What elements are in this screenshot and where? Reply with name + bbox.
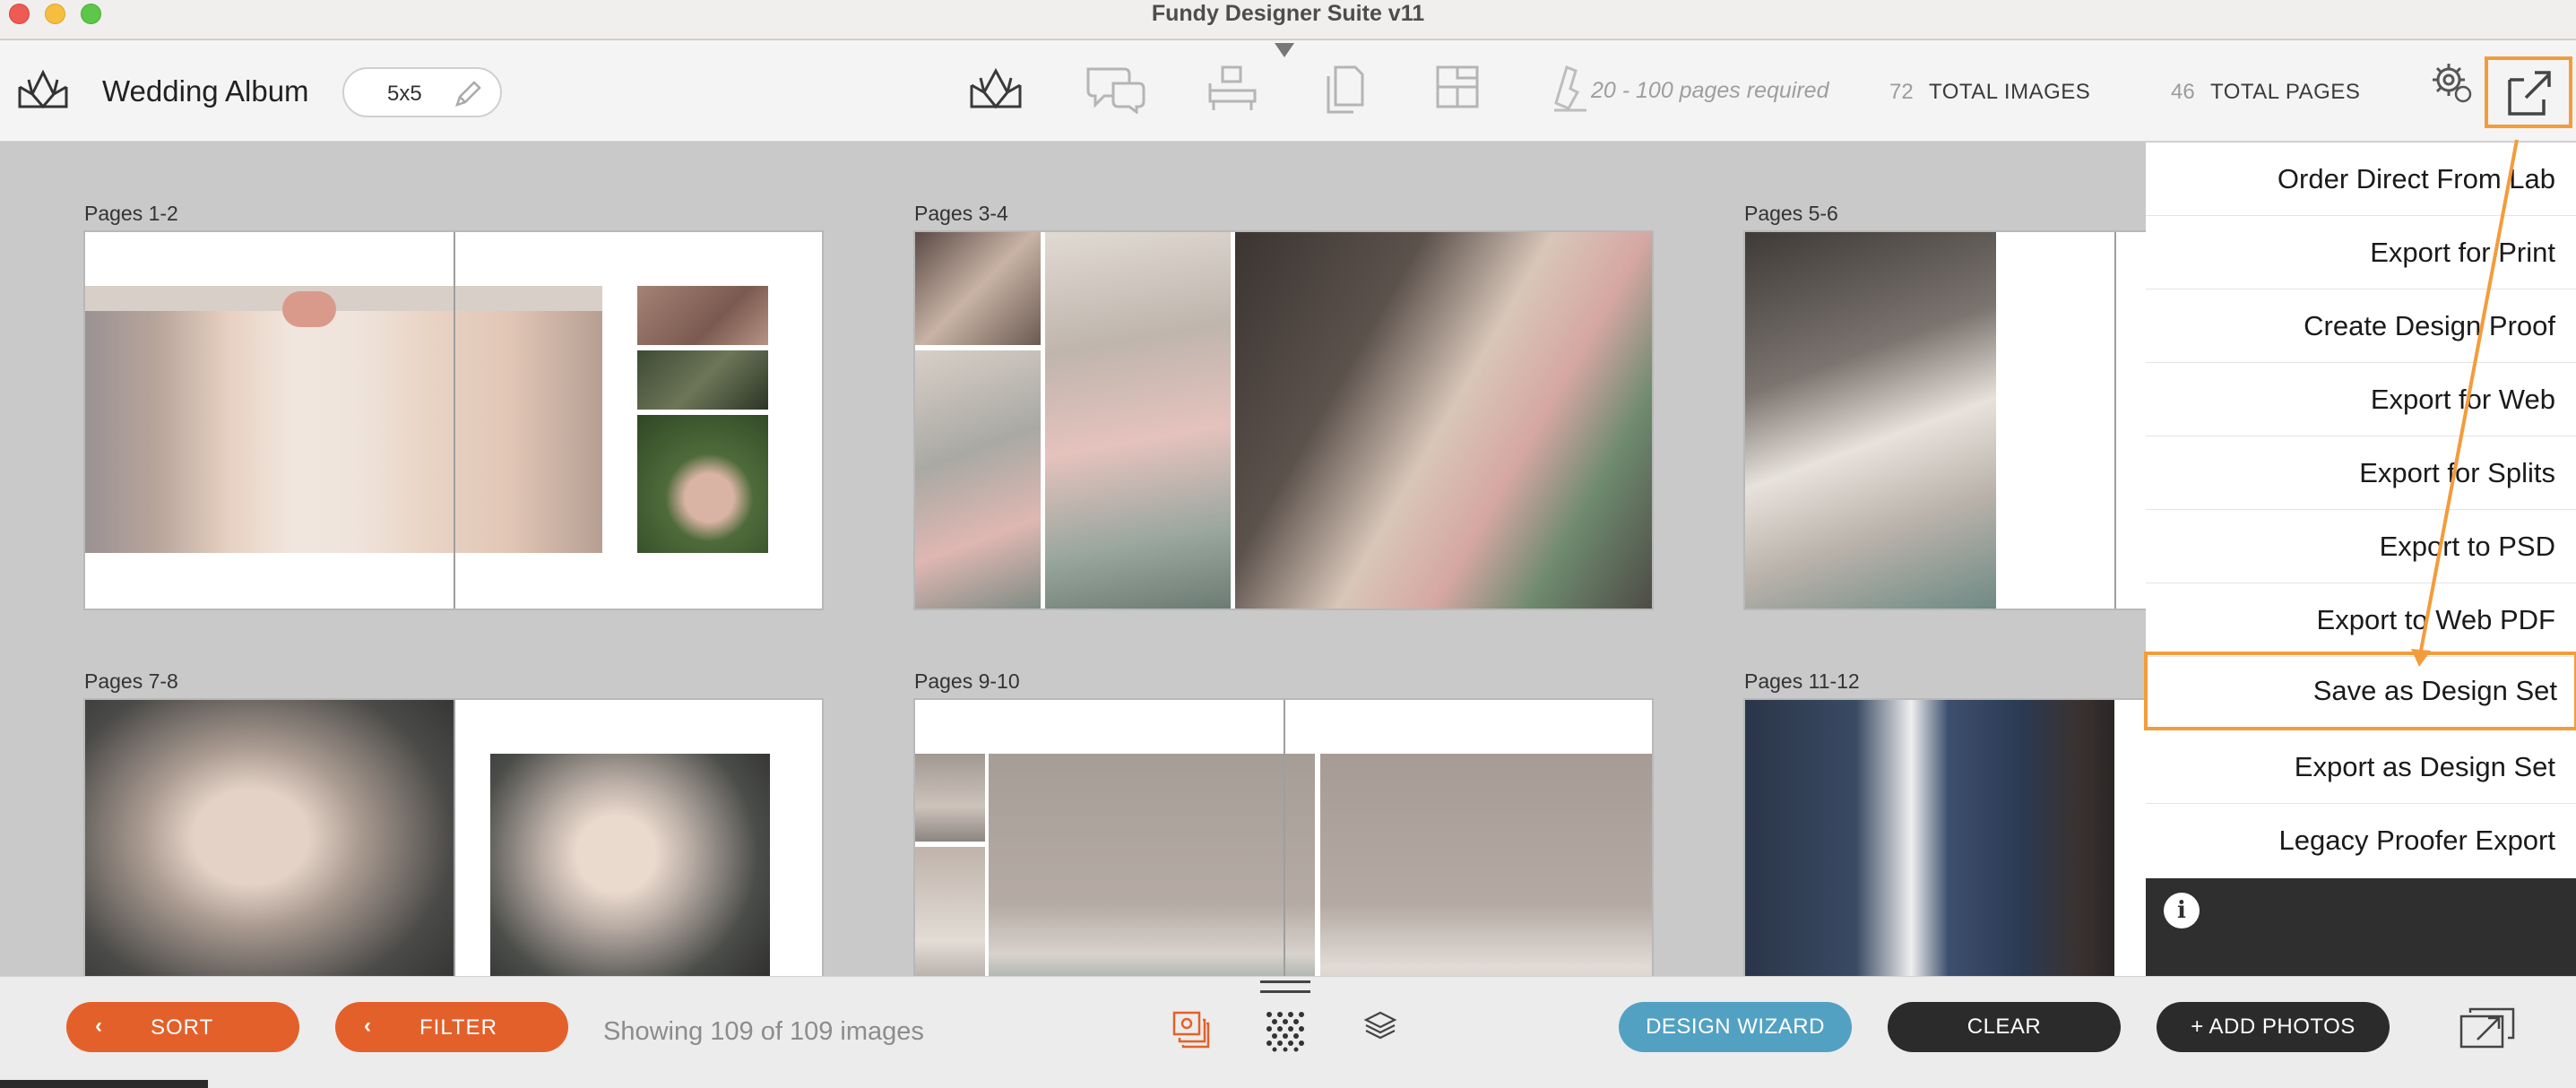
photo-first-look-thumb-1[interactable] bbox=[915, 754, 985, 842]
resize-drag-handle[interactable] bbox=[1260, 980, 1310, 993]
menu-item-export-as-design-set[interactable]: Export as Design Set bbox=[2146, 730, 2576, 804]
photo-accessories[interactable] bbox=[637, 286, 768, 345]
lab-stamp-icon[interactable] bbox=[1551, 64, 1590, 116]
proofing-chat-icon[interactable] bbox=[1083, 64, 1147, 114]
export-menu-button[interactable] bbox=[2485, 56, 2572, 128]
spread-pages-7-8[interactable] bbox=[83, 698, 824, 976]
title-bar: Fundy Designer Suite v11 bbox=[0, 0, 2576, 39]
total-images-label: TOTAL IMAGES bbox=[1929, 80, 2091, 104]
window-title: Fundy Designer Suite v11 bbox=[1151, 1, 1425, 26]
page-gutter bbox=[454, 232, 455, 609]
album-spreads-canvas: Pages 1-2 Pages 3-4 Pages 5-6 Pages 7-8 … bbox=[0, 142, 2146, 976]
settings-gear-icon[interactable] bbox=[2431, 62, 2474, 105]
spread-label: Pages 3-4 bbox=[914, 202, 1008, 225]
layers-icon[interactable] bbox=[1362, 1009, 1398, 1045]
layout-furniture-icon[interactable] bbox=[1206, 64, 1258, 114]
album-size-selector[interactable]: 5x5 bbox=[342, 67, 502, 117]
template-icon[interactable] bbox=[1434, 64, 1481, 112]
spread-pages-1-2[interactable] bbox=[83, 230, 824, 610]
spread-label: Pages 1-2 bbox=[84, 202, 178, 225]
photo-bride-portrait[interactable] bbox=[85, 700, 454, 976]
photo-reading-letter[interactable] bbox=[915, 350, 1041, 609]
album-name[interactable]: Wedding Album bbox=[102, 74, 309, 108]
spread-pages-5-6[interactable] bbox=[1743, 230, 2146, 610]
photo-bride-gown[interactable] bbox=[1745, 232, 1996, 609]
info-icon[interactable]: i bbox=[2164, 893, 2200, 928]
menu-item-save-as-design-set[interactable]: Save as Design Set bbox=[2144, 652, 2576, 730]
page-gutter bbox=[2114, 232, 2116, 609]
clear-button[interactable]: CLEAR bbox=[1888, 1002, 2121, 1052]
chevron-left-icon: ‹ bbox=[364, 1014, 372, 1038]
photo-flower-girl[interactable] bbox=[1235, 232, 1652, 609]
spread-label: Pages 11-12 bbox=[1744, 669, 1860, 693]
app-window: Fundy Designer Suite v11 Wedding Album 5… bbox=[0, 0, 2576, 1088]
photo-first-look-thumb-2[interactable] bbox=[915, 847, 985, 976]
spread-pages-9-10[interactable] bbox=[913, 698, 1654, 976]
filter-button[interactable]: ‹ FILTER bbox=[335, 1002, 568, 1052]
album-design-icon[interactable] bbox=[16, 67, 70, 112]
menu-item-order-direct-from-lab[interactable]: Order Direct From Lab bbox=[2146, 142, 2576, 216]
pattern-icon[interactable] bbox=[1264, 1009, 1307, 1052]
add-photos-button[interactable]: + ADD PHOTOS bbox=[2157, 1002, 2390, 1052]
spread-label: Pages 5-6 bbox=[1744, 202, 1838, 225]
album-size-value: 5x5 bbox=[387, 82, 422, 106]
active-mode-caret bbox=[1275, 43, 1294, 57]
sort-button[interactable]: ‹ SORT bbox=[66, 1002, 299, 1052]
menu-item-export-for-splits[interactable]: Export for Splits bbox=[2146, 436, 2576, 510]
pages-icon[interactable] bbox=[1323, 64, 1368, 116]
album-design-mode-icon[interactable] bbox=[968, 64, 1024, 112]
page-gutter bbox=[1284, 700, 1285, 976]
loading-progress-strip bbox=[0, 1080, 208, 1088]
bottom-toolbar: ‹ SORT ‹ FILTER Showing 109 of 109 image… bbox=[0, 976, 2576, 1088]
external-display-icon[interactable] bbox=[2458, 1004, 2520, 1052]
photo-dresses[interactable] bbox=[85, 286, 602, 553]
total-pages-count: 46 bbox=[2171, 80, 2195, 104]
filter-button-label: FILTER bbox=[419, 1015, 497, 1040]
pencil-icon bbox=[455, 81, 481, 107]
photo-father-hug[interactable] bbox=[1320, 754, 1652, 976]
photo-bride-chair[interactable] bbox=[490, 754, 770, 976]
menu-item-export-for-print[interactable]: Export for Print bbox=[2146, 216, 2576, 289]
total-images-count: 72 bbox=[1889, 80, 1914, 104]
photo-first-look-father[interactable] bbox=[989, 754, 1315, 976]
showing-images-count: Showing 109 of 109 images bbox=[603, 1017, 924, 1046]
page-gutter bbox=[454, 700, 455, 976]
menu-item-legacy-proofer-export[interactable]: Legacy Proofer Export bbox=[2146, 804, 2576, 877]
menu-item-export-for-web[interactable]: Export for Web bbox=[2146, 363, 2576, 436]
photo-tears-1[interactable] bbox=[915, 232, 1041, 345]
menu-item-export-to-psd[interactable]: Export to PSD bbox=[2146, 510, 2576, 583]
spread-label: Pages 9-10 bbox=[914, 669, 1020, 693]
photo-groom-suit[interactable] bbox=[1745, 700, 2114, 976]
spread-pages-3-4[interactable] bbox=[913, 230, 1654, 610]
photo-ring[interactable] bbox=[637, 350, 768, 410]
pages-required-text: 20 - 100 pages required bbox=[1591, 78, 1829, 103]
menu-item-export-to-web-pdf[interactable]: Export to Web PDF bbox=[2146, 583, 2576, 657]
photo-bride-crying[interactable] bbox=[1045, 232, 1231, 609]
chevron-left-icon: ‹ bbox=[95, 1014, 103, 1038]
spread-pages-11-12[interactable] bbox=[1743, 698, 2146, 976]
spread-label: Pages 7-8 bbox=[84, 669, 178, 693]
menu-info-footer: i bbox=[2146, 878, 2576, 976]
total-pages-label: TOTAL PAGES bbox=[2210, 80, 2361, 104]
design-wizard-button[interactable]: DESIGN WIZARD bbox=[1619, 1002, 1852, 1052]
menu-item-create-design-proof[interactable]: Create Design Proof bbox=[2146, 289, 2576, 363]
image-stack-icon[interactable] bbox=[1171, 1009, 1212, 1050]
top-toolbar: Wedding Album 5x5 20 - 100 pages require… bbox=[0, 40, 2576, 142]
export-dropdown-menu: Order Direct From Lab Export for Print C… bbox=[2144, 142, 2576, 878]
export-arrow-icon bbox=[2508, 71, 2551, 116]
photo-boutonniere[interactable] bbox=[637, 415, 768, 553]
sort-button-label: SORT bbox=[151, 1015, 214, 1040]
